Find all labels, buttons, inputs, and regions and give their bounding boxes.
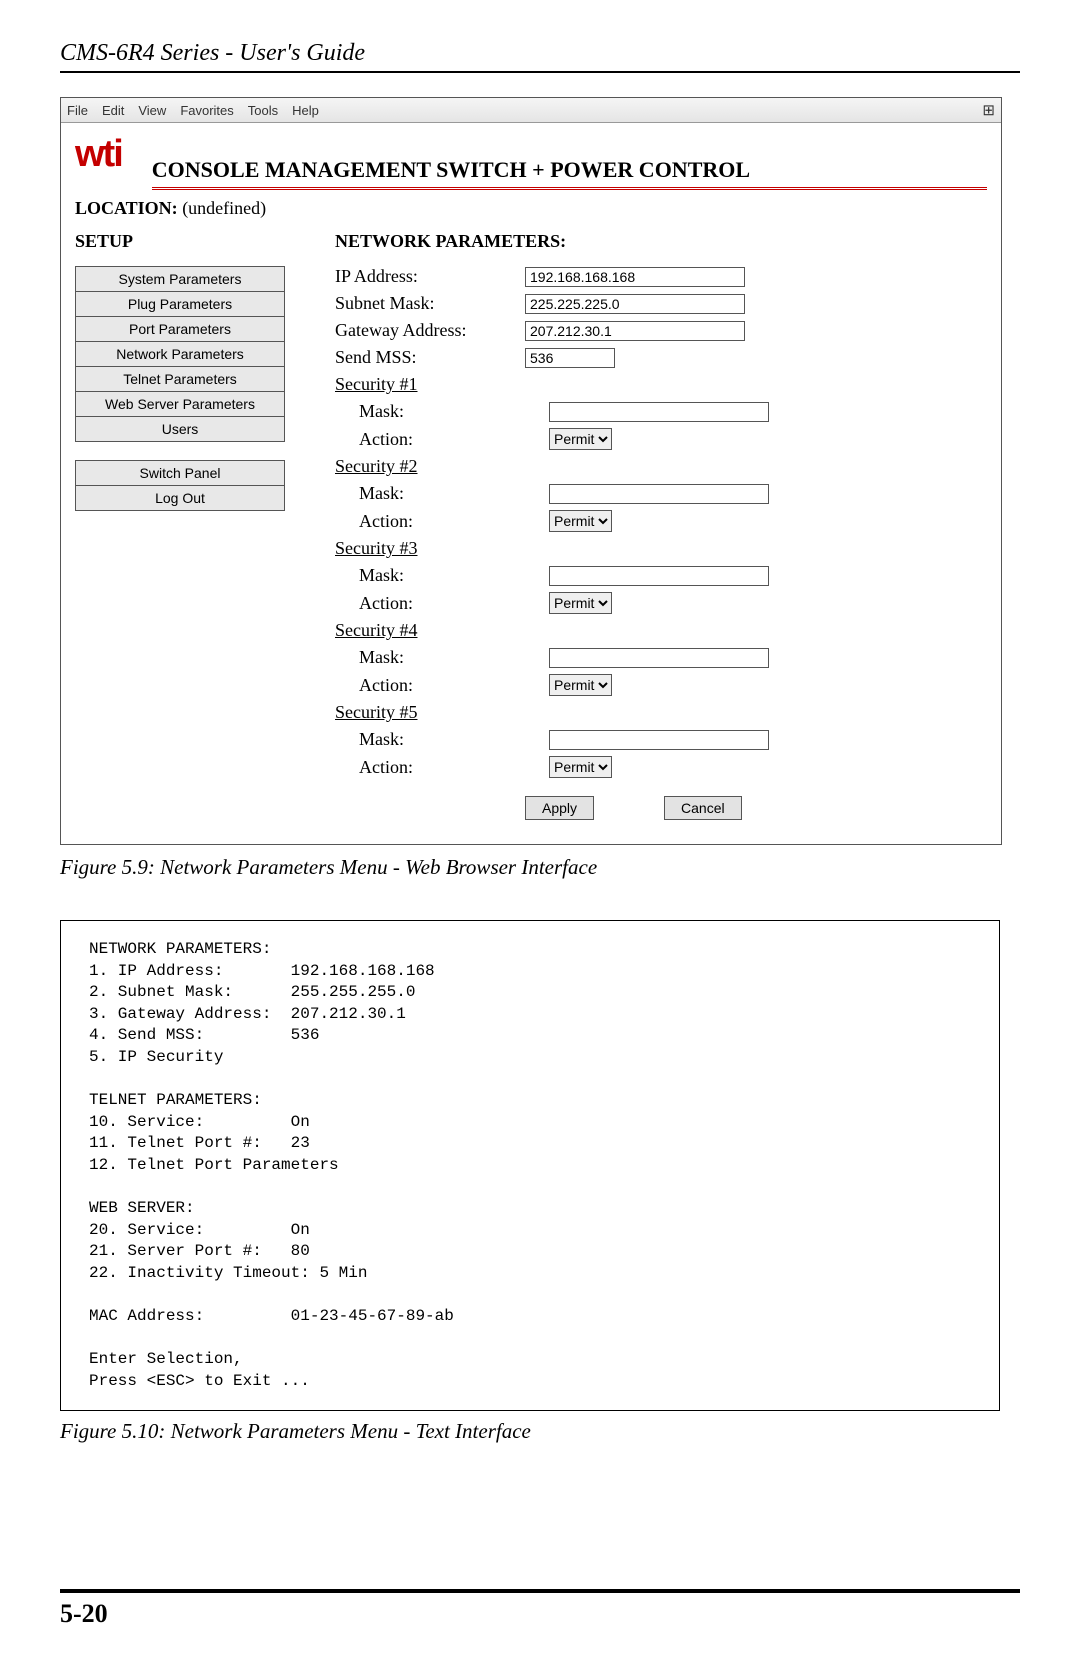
sidebar-item-plug-parameters[interactable]: Plug Parameters	[76, 292, 284, 317]
security-3-title: Security #3	[335, 538, 525, 559]
sidebar-item-log-out[interactable]: Log Out	[76, 486, 284, 510]
security-2-action-select[interactable]: Permit	[549, 510, 612, 532]
menu-edit[interactable]: Edit	[102, 103, 124, 118]
security-2-mask-label: Mask:	[335, 483, 549, 504]
security-1-mask-input[interactable]	[549, 402, 769, 422]
ip-label: IP Address:	[335, 266, 525, 287]
footer-rule	[60, 1589, 1020, 1593]
security-5-mask-label: Mask:	[335, 729, 549, 750]
security-5-action-select[interactable]: Permit	[549, 756, 612, 778]
security-4-mask-input[interactable]	[549, 648, 769, 668]
security-3-action-label: Action:	[335, 593, 549, 614]
wti-logo: wti	[75, 133, 122, 176]
figure-caption-5-10: Figure 5.10: Network Parameters Menu - T…	[60, 1419, 1020, 1444]
menu-tools[interactable]: Tools	[248, 103, 278, 118]
setup-label: SETUP	[75, 231, 285, 252]
form-title: NETWORK PARAMETERS:	[335, 231, 987, 252]
sidebar-item-port-parameters[interactable]: Port Parameters	[76, 317, 284, 342]
form-area: NETWORK PARAMETERS: IP Address: Subnet M…	[335, 231, 987, 820]
sidebar-group-params: System Parameters Plug Parameters Port P…	[75, 266, 285, 442]
security-3-mask-label: Mask:	[335, 565, 549, 586]
menu-help[interactable]: Help	[292, 103, 319, 118]
sidebar-item-network-parameters[interactable]: Network Parameters	[76, 342, 284, 367]
menu-favorites[interactable]: Favorites	[180, 103, 233, 118]
security-4-action-select[interactable]: Permit	[549, 674, 612, 696]
security-2-action-label: Action:	[335, 511, 549, 532]
page-number: 5-20	[60, 1599, 1020, 1629]
security-5-title: Security #5	[335, 702, 525, 723]
security-4-mask-label: Mask:	[335, 647, 549, 668]
security-2-mask-input[interactable]	[549, 484, 769, 504]
security-1-action-select[interactable]: Permit	[549, 428, 612, 450]
sidebar-item-system-parameters[interactable]: System Parameters	[76, 267, 284, 292]
terminal-output: NETWORK PARAMETERS: 1. IP Address: 192.1…	[60, 920, 1000, 1411]
figure-caption-5-9: Figure 5.9: Network Parameters Menu - We…	[60, 855, 1020, 880]
ip-input[interactable]	[525, 267, 745, 287]
location-value: (undefined)	[182, 198, 266, 218]
sidebar-group-actions: Switch Panel Log Out	[75, 460, 285, 511]
location-line: LOCATION: (undefined)	[75, 198, 987, 219]
subnet-label: Subnet Mask:	[335, 293, 525, 314]
sidebar-item-telnet-parameters[interactable]: Telnet Parameters	[76, 367, 284, 392]
security-5-mask-input[interactable]	[549, 730, 769, 750]
security-4-title: Security #4	[335, 620, 525, 641]
page-heading: CONSOLE MANAGEMENT SWITCH + POWER CONTRO…	[152, 157, 987, 183]
sidebar-item-switch-panel[interactable]: Switch Panel	[76, 461, 284, 486]
document-title: CMS-6R4 Series - User's Guide	[60, 40, 1020, 67]
security-3-mask-input[interactable]	[549, 566, 769, 586]
sidebar-item-web-server-parameters[interactable]: Web Server Parameters	[76, 392, 284, 417]
security-1-mask-label: Mask:	[335, 401, 549, 422]
mss-input[interactable]	[525, 348, 615, 368]
security-1-action-label: Action:	[335, 429, 549, 450]
gateway-label: Gateway Address:	[335, 320, 525, 341]
windows-flag-icon: ⊞	[982, 101, 995, 119]
security-3-action-select[interactable]: Permit	[549, 592, 612, 614]
sidebar: SETUP System Parameters Plug Parameters …	[75, 231, 285, 529]
location-label: LOCATION:	[75, 198, 178, 218]
subnet-input[interactable]	[525, 294, 745, 314]
security-2-title: Security #2	[335, 456, 525, 477]
mss-label: Send MSS:	[335, 347, 525, 368]
apply-button[interactable]: Apply	[525, 796, 594, 820]
title-rule	[60, 71, 1020, 73]
security-4-action-label: Action:	[335, 675, 549, 696]
menubar: File Edit View Favorites Tools Help ⊞	[61, 98, 1001, 123]
menu-view[interactable]: View	[138, 103, 166, 118]
page-footer: 5-20	[60, 1589, 1020, 1629]
menu-file[interactable]: File	[67, 103, 88, 118]
heading-rule	[152, 187, 987, 190]
security-5-action-label: Action:	[335, 757, 549, 778]
gateway-input[interactable]	[525, 321, 745, 341]
browser-window: File Edit View Favorites Tools Help ⊞ wt…	[60, 97, 1002, 845]
security-1-title: Security #1	[335, 374, 525, 395]
cancel-button[interactable]: Cancel	[664, 796, 742, 820]
sidebar-item-users[interactable]: Users	[76, 417, 284, 441]
